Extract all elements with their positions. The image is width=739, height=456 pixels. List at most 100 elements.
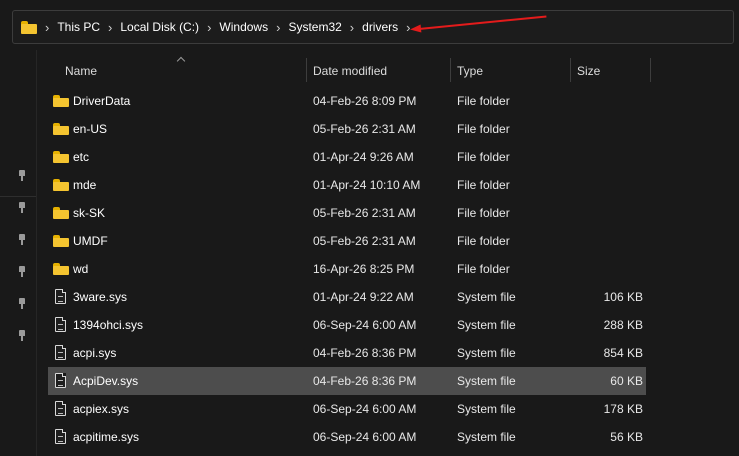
file-name: etc	[73, 150, 90, 164]
file-size: 56 KB	[610, 430, 643, 444]
breadcrumb-chevron-icon[interactable]: ›	[45, 21, 49, 34]
file-type: System file	[457, 374, 516, 388]
file-type: System file	[457, 290, 516, 304]
file-row[interactable]: mde 01-Apr-24 10:10 AM File folder	[48, 171, 646, 199]
file-date: 06-Sep-24 6:00 AM	[313, 318, 417, 332]
navigation-pane	[0, 50, 36, 456]
folder-icon	[53, 179, 69, 191]
file-size: 178 KB	[603, 402, 643, 416]
file-row[interactable]: etc 01-Apr-24 9:26 AM File folder	[48, 143, 646, 171]
file-type: System file	[457, 346, 516, 360]
column-divider[interactable]	[306, 58, 307, 82]
file-name: UMDF	[73, 234, 108, 248]
file-row[interactable]: acpi.sys 04-Feb-26 8:36 PM System file 8…	[48, 339, 646, 367]
file-row[interactable]: acpiex.sys 06-Sep-24 6:00 AM System file…	[48, 395, 646, 423]
file-date: 01-Apr-24 9:22 AM	[313, 290, 414, 304]
file-date: 05-Feb-26 2:31 AM	[313, 206, 416, 220]
file-type: File folder	[457, 150, 510, 164]
breadcrumb-system32[interactable]: System32	[288, 20, 341, 34]
pin-icon[interactable]	[17, 298, 27, 310]
file-size: 60 KB	[610, 374, 643, 388]
file-date: 06-Sep-24 6:00 AM	[313, 430, 417, 444]
breadcrumb-this-pc[interactable]: This PC	[57, 20, 100, 34]
column-header: Name Date modified Type Size	[0, 56, 739, 84]
file-row-selected[interactable]: AcpiDev.sys 04-Feb-26 8:36 PM System fil…	[48, 367, 646, 395]
column-divider[interactable]	[570, 58, 571, 82]
folder-icon	[53, 151, 69, 163]
file-size: 106 KB	[603, 290, 643, 304]
column-header-type[interactable]: Type	[457, 64, 483, 78]
pin-icon[interactable]	[17, 234, 27, 246]
breadcrumb-local-disk[interactable]: Local Disk (C:)	[120, 20, 199, 34]
file-date: 16-Apr-26 8:25 PM	[313, 262, 415, 276]
file-row[interactable]: en-US 05-Feb-26 2:31 AM File folder	[48, 115, 646, 143]
file-row[interactable]: sk-SK 05-Feb-26 2:31 AM File folder	[48, 199, 646, 227]
sort-ascending-icon	[176, 56, 186, 66]
file-type: File folder	[457, 178, 510, 192]
file-row[interactable]: acpitime.sys 06-Sep-24 6:00 AM System fi…	[48, 423, 646, 451]
folder-icon	[53, 207, 69, 219]
folder-icon	[53, 95, 69, 107]
file-name: wd	[73, 262, 89, 276]
file-name: sk-SK	[73, 206, 106, 220]
address-bar[interactable]: › This PC › Local Disk (C:) › Windows › …	[12, 10, 734, 44]
pin-icon[interactable]	[17, 170, 27, 182]
file-row[interactable]: 1394ohci.sys 06-Sep-24 6:00 AM System fi…	[48, 311, 646, 339]
file-name: acpiex.sys	[73, 402, 130, 416]
system-file-icon	[55, 345, 66, 360]
file-date: 04-Feb-26 8:36 PM	[313, 374, 417, 388]
file-name: AcpiDev.sys	[73, 374, 139, 388]
file-type: File folder	[457, 94, 510, 108]
column-divider[interactable]	[450, 58, 451, 82]
file-date: 05-Feb-26 2:31 AM	[313, 234, 416, 248]
column-divider[interactable]	[650, 58, 651, 82]
file-type: File folder	[457, 122, 510, 136]
file-type: System file	[457, 430, 516, 444]
breadcrumb-chevron-icon[interactable]: ›	[108, 21, 112, 34]
breadcrumb-chevron-icon[interactable]: ›	[276, 21, 280, 34]
pin-icon[interactable]	[17, 202, 27, 214]
file-name: 1394ohci.sys	[73, 318, 144, 332]
file-date: 06-Sep-24 6:00 AM	[313, 402, 417, 416]
folder-icon	[53, 123, 69, 135]
folder-icon	[53, 263, 69, 275]
column-header-size[interactable]: Size	[577, 64, 600, 78]
file-name: acpitime.sys	[73, 430, 140, 444]
file-name: DriverData	[73, 94, 131, 108]
breadcrumb-chevron-icon[interactable]: ›	[207, 21, 211, 34]
file-type: System file	[457, 402, 516, 416]
pin-icon[interactable]	[17, 330, 27, 342]
breadcrumb-windows[interactable]: Windows	[219, 20, 268, 34]
file-date: 04-Feb-26 8:09 PM	[313, 94, 417, 108]
red-arrow-head	[409, 24, 422, 34]
file-row[interactable]: UMDF 05-Feb-26 2:31 AM File folder	[48, 227, 646, 255]
system-file-icon	[55, 317, 66, 332]
breadcrumb-chevron-icon[interactable]: ›	[350, 21, 354, 34]
pin-icon[interactable]	[17, 266, 27, 278]
file-type: File folder	[457, 234, 510, 248]
system-file-icon	[55, 289, 66, 304]
file-type: System file	[457, 318, 516, 332]
system-file-icon	[55, 401, 66, 416]
file-date: 01-Apr-24 9:26 AM	[313, 150, 414, 164]
file-name: en-US	[73, 122, 108, 136]
file-name: 3ware.sys	[73, 290, 128, 304]
nav-pane-divider	[0, 196, 36, 197]
pane-separator	[36, 50, 37, 456]
file-row[interactable]: wd 16-Apr-26 8:25 PM File folder	[48, 255, 646, 283]
file-type: File folder	[457, 262, 510, 276]
file-name: mde	[73, 178, 97, 192]
breadcrumb-drivers[interactable]: drivers	[362, 20, 398, 34]
file-size: 854 KB	[603, 346, 643, 360]
file-size: 288 KB	[603, 318, 643, 332]
file-row[interactable]: DriverData 04-Feb-26 8:09 PM File folder	[48, 87, 646, 115]
system-file-icon	[55, 373, 66, 388]
file-row[interactable]: 3ware.sys 01-Apr-24 9:22 AM System file …	[48, 283, 646, 311]
column-header-date[interactable]: Date modified	[313, 64, 387, 78]
column-header-name[interactable]: Name	[65, 64, 97, 78]
system-file-icon	[55, 429, 66, 444]
file-type: File folder	[457, 206, 510, 220]
file-date: 05-Feb-26 2:31 AM	[313, 122, 416, 136]
file-date: 01-Apr-24 10:10 AM	[313, 178, 421, 192]
file-name: acpi.sys	[73, 346, 117, 360]
